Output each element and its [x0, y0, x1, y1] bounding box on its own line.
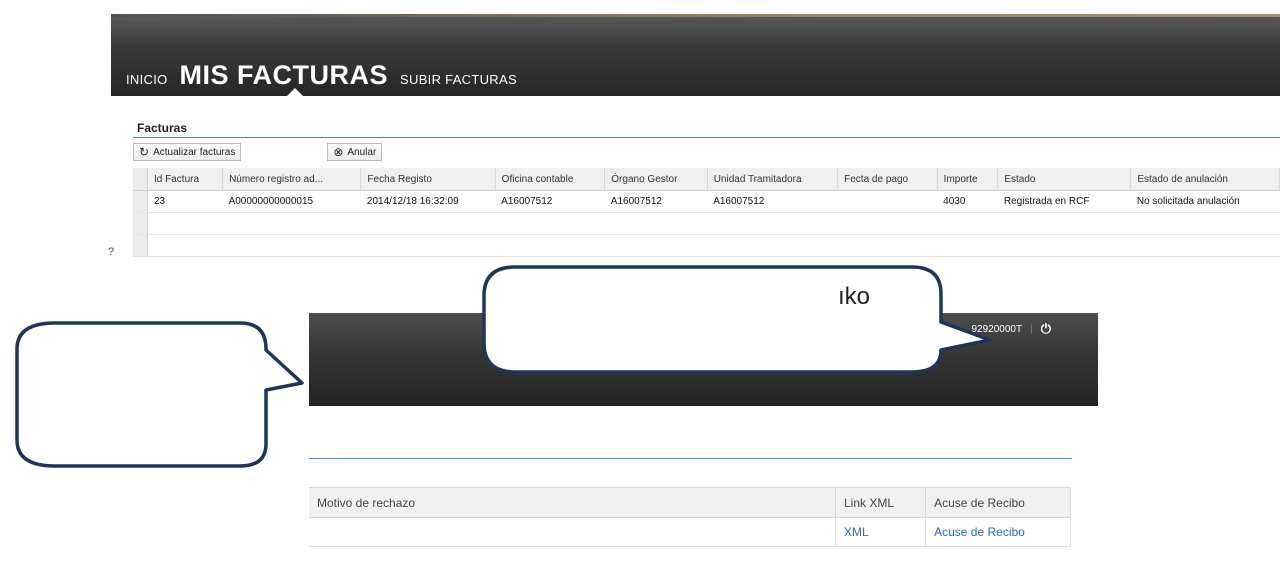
annotation-callouts — [15, 265, 992, 468]
callout-bubble-left — [15, 321, 304, 468]
callout-text: ıko — [838, 283, 871, 310]
callout-bubble-top — [482, 265, 992, 374]
